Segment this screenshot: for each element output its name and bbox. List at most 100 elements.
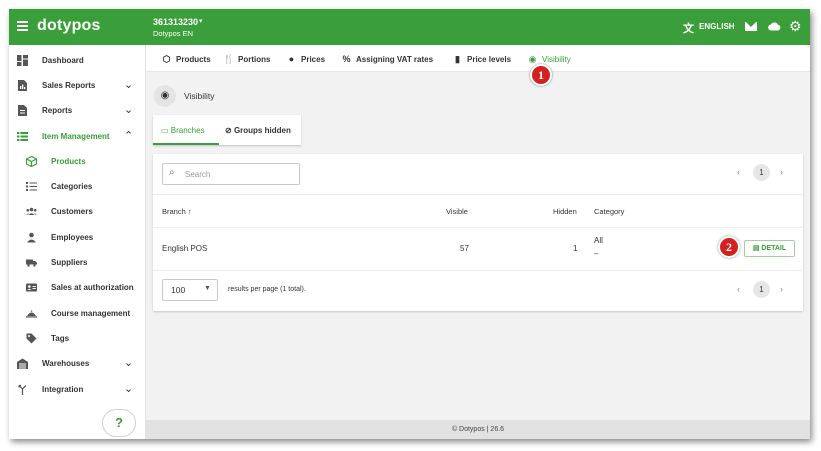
- per-page-select[interactable]: 100 ▼: [162, 279, 218, 301]
- chevron-down-icon: ⌄: [124, 383, 134, 395]
- id-card-icon: [26, 283, 37, 292]
- tab-assigning-vat-rates[interactable]: % Assigning VAT rates: [341, 54, 433, 64]
- sidebar-item-products[interactable]: Products: [9, 152, 145, 172]
- language-selector[interactable]: ENGLISH: [699, 22, 735, 31]
- sidebar-item-label: Employees: [51, 233, 94, 242]
- subtab-label: Groups hidden: [233, 126, 291, 135]
- page-number[interactable]: 1: [753, 281, 770, 298]
- price-icon: ●: [288, 54, 295, 64]
- sidebar-item-warehouses[interactable]: Warehouses ⌄: [9, 354, 145, 374]
- copyright-footer: © Dotypos | 26.6: [146, 420, 810, 439]
- monitor-icon: ▭: [161, 126, 171, 135]
- cube-icon: ⬡: [162, 54, 171, 64]
- sidebar-item-label: Products: [51, 157, 86, 166]
- cell-visible: 57: [460, 244, 469, 253]
- cutlery-icon: 🍴: [223, 54, 235, 64]
- sidebar-item-sales-reports[interactable]: Sales Reports ⌄: [9, 76, 145, 96]
- cell-hidden: 1: [573, 244, 578, 253]
- mail-icon[interactable]: [745, 22, 757, 31]
- help-button[interactable]: ?: [102, 409, 136, 437]
- eye-off-icon: ⊘: [225, 126, 234, 135]
- page-number[interactable]: 1: [753, 164, 770, 181]
- gear-icon[interactable]: ⚙: [789, 18, 802, 35]
- bar-chart-icon: ▮: [455, 54, 460, 64]
- branches-table-card: ⌕ ‹ 1 › Branch ↑ Visible Hidden Category…: [153, 154, 803, 311]
- sidebar-item-label: Customers: [51, 207, 93, 216]
- sidebar-item-categories[interactable]: Categories: [9, 177, 145, 197]
- menu-icon[interactable]: [17, 21, 28, 31]
- document-icon: [18, 105, 27, 116]
- app-logo[interactable]: dotypos: [37, 17, 101, 35]
- sidebar-item-reports[interactable]: Reports ⌄: [9, 101, 145, 121]
- chevron-left-icon[interactable]: ‹: [737, 284, 740, 294]
- caret-down-icon: ▼: [204, 285, 211, 292]
- tab-prices[interactable]: ● Prices: [286, 54, 325, 64]
- sidebar-item-sales-at-authorization[interactable]: Sales at authorization: [9, 278, 145, 298]
- account-name: Dotypos EN: [153, 29, 194, 38]
- chevron-up-icon: ⌃: [124, 130, 134, 142]
- sidebar-item-suppliers[interactable]: Suppliers: [9, 253, 145, 273]
- subtab-label: Branches: [170, 126, 205, 135]
- truck-icon: [26, 259, 37, 267]
- sales-report-icon: [18, 80, 27, 91]
- search-input[interactable]: [183, 167, 297, 182]
- column-header-category: Category: [594, 207, 625, 216]
- cell-category-dash: –: [594, 249, 599, 258]
- chevron-right-icon[interactable]: ›: [780, 167, 783, 177]
- tab-visibility[interactable]: ◉ Visibility: [527, 54, 571, 65]
- active-tab-indicator: [153, 143, 219, 145]
- eye-icon: ◉: [528, 54, 537, 64]
- sidebar-item-label: Tags: [51, 334, 70, 343]
- detail-button[interactable]: ▤ DETAIL: [744, 240, 795, 257]
- sidebar-item-course-management[interactable]: Course management: [9, 304, 145, 324]
- tab-label: Price levels: [467, 55, 512, 64]
- column-header-hidden: Hidden: [553, 207, 577, 216]
- sidebar-item-label: Dashboard: [42, 56, 84, 65]
- annotation-badge-1: 1: [530, 64, 552, 86]
- column-header-visible: Visible: [446, 207, 468, 216]
- sidebar-item-label: Categories: [51, 182, 93, 191]
- tab-portions[interactable]: 🍴 Portions: [223, 54, 270, 65]
- column-header-label: Branch: [162, 207, 186, 216]
- cell-branch: English POS: [162, 244, 208, 253]
- chevron-right-icon[interactable]: ›: [780, 284, 783, 294]
- sidebar-item-label: Suppliers: [51, 258, 88, 267]
- tab-price-levels[interactable]: ▮ Price levels: [452, 54, 511, 65]
- translate-icon[interactable]: 文: [683, 20, 694, 36]
- search-box: ⌕: [162, 163, 300, 185]
- tab-label: Assigning VAT rates: [356, 55, 434, 64]
- pagination-bottom: ‹ 1 ›: [737, 280, 793, 300]
- merge-icon: [18, 384, 27, 395]
- sidebar-item-integration[interactable]: Integration ⌄: [9, 380, 145, 400]
- tab-bar: ⬡ Products 🍴 Portions ● Prices % Assigning V…: [146, 45, 810, 72]
- sidebar-item-tags[interactable]: Tags: [9, 329, 145, 349]
- account-id[interactable]: 361313230: [153, 17, 198, 27]
- tab-products[interactable]: ⬡ Products: [161, 54, 211, 65]
- sidebar-item-label: Integration: [42, 385, 84, 394]
- sidebar-item-employees[interactable]: Employees: [9, 228, 145, 248]
- column-header-branch[interactable]: Branch ↑: [162, 207, 192, 216]
- warehouse-icon: [17, 358, 28, 369]
- sidebar-item-label: Sales at authorization: [51, 283, 134, 292]
- subtab-groups-hidden[interactable]: ⊘ Groups hidden: [225, 126, 291, 135]
- main-content: ⬡ Products 🍴 Portions ● Prices % Assigning V…: [146, 45, 810, 439]
- tab-label: Portions: [238, 55, 271, 64]
- tab-label: Products: [176, 55, 211, 64]
- sidebar-item-dashboard[interactable]: Dashboard: [9, 51, 145, 71]
- detail-button-label: DETAIL: [761, 245, 787, 252]
- subtab-branches[interactable]: ▭ Branches: [161, 126, 205, 135]
- pagination-top: ‹ 1 ›: [737, 163, 793, 183]
- table-header: Branch ↑ Visible Hidden Category: [153, 194, 803, 228]
- sidebar-item-item-management[interactable]: Item Management ⌃: [9, 127, 145, 147]
- chevron-left-icon[interactable]: ‹: [737, 167, 740, 177]
- chevron-down-icon[interactable]: ▾: [199, 17, 203, 25]
- annotation-badge-2: 2: [718, 236, 740, 258]
- page-title: Visibility: [184, 91, 215, 101]
- table-footer: 100 ▼ results per page (1 total). ‹ 1 ›: [153, 270, 803, 311]
- table-row: English POS 57 1 All – ▤ DETAIL: [153, 226, 803, 271]
- sidebar-item-customers[interactable]: Customers: [9, 202, 145, 222]
- sidebar-item-label: Course management: [51, 309, 131, 318]
- cell-category: All: [594, 236, 603, 245]
- tab-label: Visibility: [542, 55, 571, 64]
- cloud-icon[interactable]: [767, 21, 781, 31]
